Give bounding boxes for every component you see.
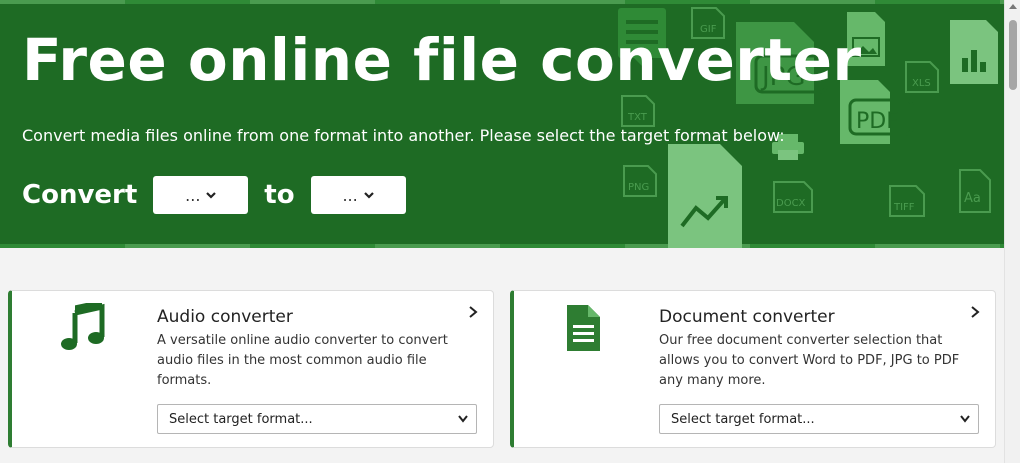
- scroll-up-arrow-icon[interactable]: [1009, 4, 1017, 9]
- card-title[interactable]: Document converter: [659, 307, 835, 327]
- png-label: PNG: [628, 182, 649, 193]
- from-format-value: ...: [185, 185, 201, 205]
- convert-row: Convert ... to ...: [22, 176, 422, 214]
- music-note-icon: [61, 303, 105, 350]
- docx-label: DOCX: [776, 198, 806, 209]
- to-format-value: ...: [342, 185, 358, 205]
- hero-bottom-strip: [0, 244, 1004, 248]
- chevron-right-icon[interactable]: [969, 305, 981, 319]
- card-title[interactable]: Audio converter: [157, 307, 293, 327]
- chevron-down-icon: [458, 415, 468, 423]
- select-placeholder: Select target format...: [671, 411, 815, 427]
- to-label: to: [264, 180, 295, 210]
- hero-top-strip: [0, 0, 1004, 4]
- chevron-down-icon: [206, 192, 217, 199]
- font-file-icon: Aa: [959, 169, 991, 213]
- card-description: A versatile online audio converter to co…: [157, 333, 448, 388]
- chevron-right-icon[interactable]: [467, 305, 479, 319]
- select-placeholder: Select target format...: [169, 411, 313, 427]
- tiff-file-icon: TIFF: [889, 185, 925, 217]
- document-format-select[interactable]: Select target format...: [659, 404, 979, 434]
- docx-file-icon: DOCX: [773, 181, 813, 213]
- from-format-dropdown[interactable]: ...: [153, 176, 249, 214]
- tiff-label: TIFF: [893, 202, 915, 213]
- card-description: Our free document converter selection th…: [659, 333, 960, 388]
- chevron-down-icon: [960, 415, 970, 423]
- chevron-down-icon: [363, 192, 374, 199]
- page-title: Free online file converter: [22, 26, 862, 94]
- hero-banner: GIF JPG XLS TXT PDF PNG DOCX TIFF Aa Fre…: [0, 0, 1004, 248]
- document-converter-card[interactable]: Document converter Our free document con…: [510, 290, 996, 448]
- png-file-icon: PNG: [623, 165, 657, 197]
- vertical-scrollbar[interactable]: [1004, 0, 1020, 463]
- pdf-label: PDF: [856, 109, 899, 134]
- document-icon: [567, 305, 600, 351]
- txt-label: TXT: [627, 112, 648, 123]
- graph-file-icon: [668, 144, 742, 248]
- convert-label: Convert: [22, 180, 138, 210]
- scrollbar-thumb[interactable]: [1009, 20, 1017, 90]
- font-label: Aa: [964, 191, 981, 206]
- audio-format-select[interactable]: Select target format...: [157, 404, 477, 434]
- to-format-dropdown[interactable]: ...: [310, 176, 406, 214]
- audio-converter-card[interactable]: Audio converter A versatile online audio…: [8, 290, 494, 448]
- txt-file-icon: TXT: [621, 95, 655, 127]
- hero-subtitle: Convert media files online from one form…: [22, 126, 785, 145]
- chart-file-icon: [950, 20, 998, 84]
